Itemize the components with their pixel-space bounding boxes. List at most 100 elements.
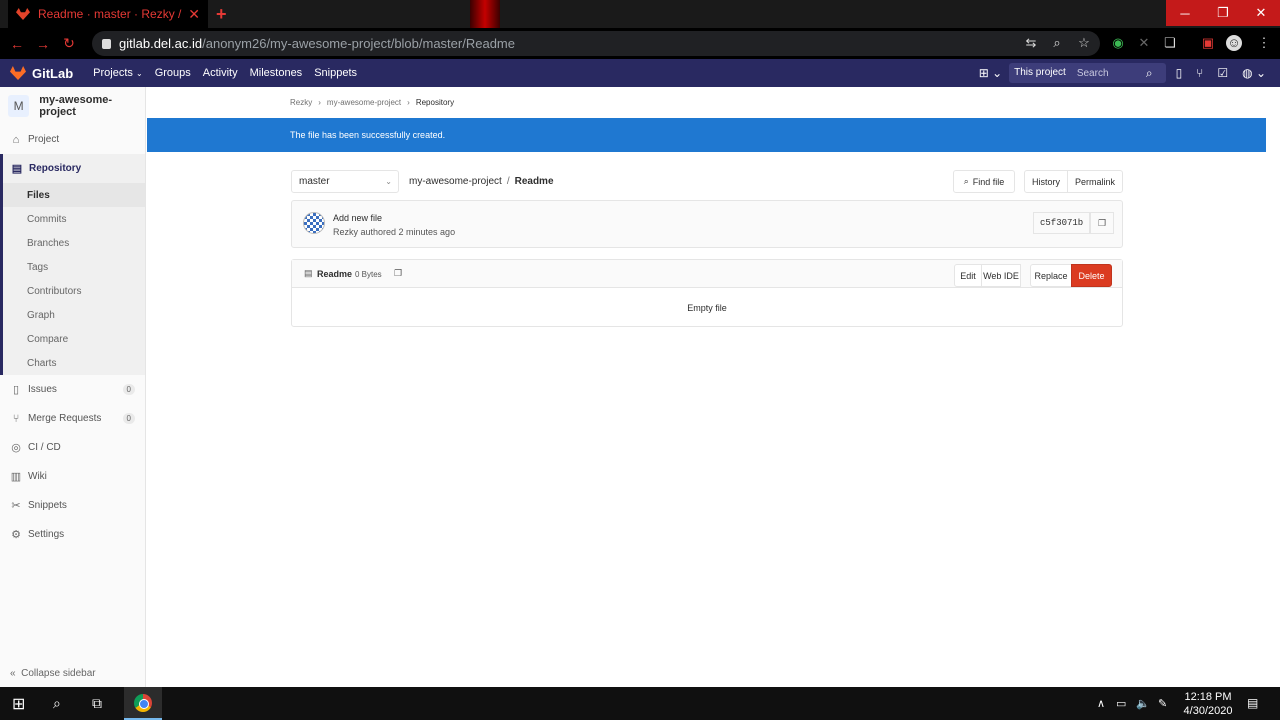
- sidebar-item-label: Merge Requests: [28, 413, 102, 424]
- nav-projects[interactable]: Projects ⌄: [93, 67, 143, 79]
- chevron-down-icon: ⌄: [135, 69, 143, 78]
- window-minimize-icon[interactable]: ─: [1166, 0, 1204, 26]
- gitlab-header: GitLab Projects ⌄ Groups Activity Milest…: [0, 59, 1280, 87]
- path-project-link[interactable]: my-awesome-project: [409, 176, 502, 187]
- nav-groups[interactable]: Groups: [155, 67, 191, 79]
- find-file-button[interactable]: ⌕ Find file: [953, 170, 1015, 193]
- sidebar-subitem-compare[interactable]: Compare: [3, 327, 145, 351]
- reload-icon[interactable]: ↻: [56, 35, 82, 52]
- extension-icon[interactable]: ◉: [1110, 35, 1126, 51]
- edit-button[interactable]: Edit: [954, 264, 982, 287]
- chevron-up-icon[interactable]: ∧: [1097, 697, 1105, 710]
- notifications-icon[interactable]: ▤: [1247, 696, 1258, 710]
- breadcrumb-repository[interactable]: Repository: [416, 98, 454, 107]
- clock-date: 4/30/2020: [1183, 705, 1233, 717]
- extension-cast-icon[interactable]: ▣: [1200, 35, 1216, 51]
- sidebar-item-label: Settings: [28, 529, 65, 540]
- new-dropdown-icon[interactable]: ⊞ ⌄: [979, 66, 1002, 80]
- new-tab-icon[interactable]: +: [216, 4, 227, 25]
- taskbar-clock[interactable]: 12:18 PM 4/30/2020: [1178, 690, 1238, 718]
- sidebar-subitem-branches[interactable]: Branches: [3, 231, 145, 255]
- clock-time: 12:18 PM: [1184, 691, 1232, 703]
- sidebar-item-label: Project: [28, 134, 60, 145]
- sidebar-subitem-files[interactable]: Files: [3, 183, 145, 207]
- nav-activity[interactable]: Activity: [203, 67, 238, 79]
- sidebar-subitem-contributors[interactable]: Contributors: [3, 279, 145, 303]
- copy-path-icon[interactable]: ❐: [394, 268, 402, 279]
- back-arrow-icon[interactable]: ←: [4, 36, 30, 52]
- address-bar[interactable]: gitlab.del.ac.id/anonym26/my-awesome-pro…: [92, 31, 1100, 56]
- issues-icon[interactable]: ▯: [1176, 66, 1183, 80]
- tab-close-icon[interactable]: ✕: [188, 6, 200, 23]
- sidebar-item-issues[interactable]: ▯ Issues 0: [0, 375, 145, 404]
- find-file-label: Find file: [972, 176, 1005, 187]
- sidebar-subitem-charts[interactable]: Charts: [3, 351, 145, 375]
- battery-icon[interactable]: ▭: [1116, 697, 1126, 710]
- volume-icon[interactable]: 🔈: [1136, 697, 1150, 710]
- search-icon[interactable]: ⌕: [53, 695, 61, 712]
- breadcrumb-user[interactable]: Rezky: [290, 98, 312, 107]
- browser-menu-icon[interactable]: ⋮: [1256, 35, 1272, 51]
- sidebar-item-project[interactable]: ⌂ Project: [0, 125, 145, 154]
- extension-x-icon[interactable]: ✕: [1136, 35, 1152, 51]
- flash-notice: The file has been successfully created.: [147, 118, 1266, 152]
- browser-tabstrip: Readme · master · Rezky / my-awesome-pro…: [0, 0, 1280, 28]
- commit-meta: Rezky authored 2 minutes ago: [333, 227, 456, 237]
- delete-button[interactable]: Delete: [1071, 264, 1112, 287]
- copy-sha-icon[interactable]: ❐: [1090, 212, 1114, 234]
- flash-text: The file has been successfully created.: [290, 130, 446, 140]
- replace-button[interactable]: Replace: [1030, 264, 1072, 287]
- mr-count-badge: 0: [122, 413, 135, 424]
- file-size: 0 Bytes: [355, 270, 382, 279]
- task-view-icon[interactable]: ⧉: [92, 695, 102, 712]
- url-path: /anonym26/my-awesome-project/blob/master…: [202, 36, 515, 51]
- forward-arrow-icon[interactable]: →: [30, 36, 56, 52]
- search-icon: ⌕: [963, 176, 969, 186]
- extension-copy-icon[interactable]: ❏: [1162, 35, 1178, 51]
- windows-start-icon[interactable]: ⊞: [12, 694, 25, 714]
- tab-title: Readme · master · Rezky / my-awesome-pro…: [38, 7, 182, 21]
- profile-avatar[interactable]: ☺: [1226, 35, 1242, 51]
- commit-author-avatar[interactable]: [303, 212, 325, 234]
- translate-icon[interactable]: ⇆: [1023, 35, 1039, 51]
- browser-toolbar: ← → ↻ gitlab.del.ac.id/anonym26/my-aweso…: [0, 28, 1280, 59]
- browser-tab[interactable]: Readme · master · Rezky / my-awesome-pro…: [8, 0, 208, 28]
- sidebar-subitem-tags[interactable]: Tags: [3, 255, 145, 279]
- file-viewer: ▤ Readme 0 Bytes ❐ Edit Web IDE Replace …: [291, 259, 1123, 327]
- history-button[interactable]: History: [1024, 170, 1068, 193]
- nav-snippets[interactable]: Snippets: [314, 67, 357, 79]
- window-close-icon[interactable]: ✕: [1242, 0, 1280, 26]
- commit-sha[interactable]: c5f3071b: [1033, 212, 1091, 234]
- gitlab-logo[interactable]: GitLab: [10, 66, 73, 81]
- sidebar-subitem-graph[interactable]: Graph: [3, 303, 145, 327]
- sidebar-item-repository[interactable]: ▤ Repository: [3, 154, 145, 183]
- bookmark-star-icon[interactable]: ☆: [1076, 35, 1092, 51]
- sidebar-item-settings[interactable]: ⚙ Settings: [0, 520, 145, 549]
- web-ide-button[interactable]: Web IDE: [981, 264, 1021, 287]
- sidebar-item-wiki[interactable]: ▥ Wiki: [0, 462, 145, 491]
- sidebar-subitem-commits[interactable]: Commits: [3, 207, 145, 231]
- commit-message[interactable]: Add new file: [333, 213, 382, 223]
- sidebar-item-snippets[interactable]: ✂ Snippets: [0, 491, 145, 520]
- sidebar-repository-group: ▤ Repository Files Commits Branches Tags…: [0, 154, 145, 375]
- permalink-button[interactable]: Permalink: [1067, 170, 1123, 193]
- user-avatar-dropdown[interactable]: ◍ ⌄: [1242, 66, 1266, 80]
- chevron-down-icon: ⌄: [385, 177, 392, 186]
- chrome-taskbar-button[interactable]: [124, 687, 162, 720]
- todos-icon[interactable]: ☑: [1217, 66, 1228, 80]
- collapse-sidebar-button[interactable]: « Collapse sidebar: [10, 668, 96, 679]
- nav-milestones[interactable]: Milestones: [250, 67, 303, 79]
- zoom-icon[interactable]: ⌕: [1049, 35, 1065, 51]
- sidebar-project-header[interactable]: M my-awesome-project: [0, 87, 145, 125]
- sidebar-item-cicd[interactable]: ◎ CI / CD: [0, 433, 145, 462]
- path-separator: /: [506, 176, 510, 187]
- last-commit-box: Add new file Rezky authored 2 minutes ag…: [291, 200, 1123, 248]
- sidebar-item-label: Repository: [29, 163, 82, 174]
- window-maximize-icon[interactable]: ❐: [1204, 0, 1242, 26]
- pen-icon[interactable]: ✎: [1158, 697, 1167, 710]
- branch-selector[interactable]: master ⌄: [291, 170, 399, 193]
- breadcrumb-project[interactable]: my-awesome-project: [327, 98, 401, 107]
- chrome-icon: [134, 693, 152, 712]
- sidebar-item-merge-requests[interactable]: ⑂ Merge Requests 0: [0, 404, 145, 433]
- merge-requests-icon[interactable]: ⑂: [1196, 66, 1203, 80]
